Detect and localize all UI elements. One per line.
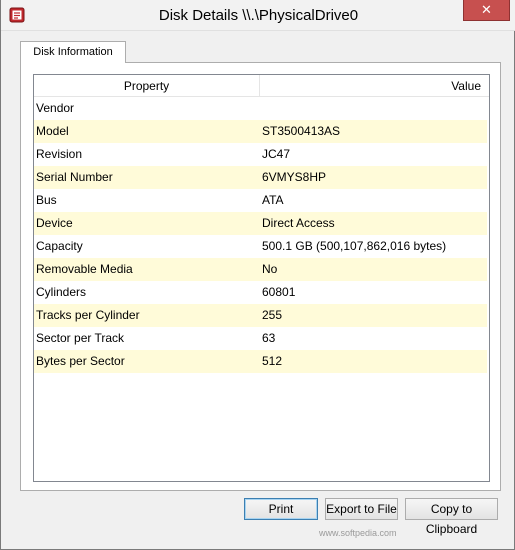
table-row[interactable]: Capacity 500.1 GB (500,107,862,016 bytes): [34, 235, 487, 258]
softpedia-watermark: www.softpedia.com: [319, 528, 397, 538]
disk-details-window: Disk Details \\.\PhysicalDrive0 ✕ Disk I…: [0, 0, 515, 550]
property-cell: Bus: [36, 193, 57, 207]
value-cell: 6VMYS8HP: [262, 170, 327, 184]
property-cell: Sector per Track: [36, 331, 125, 345]
tab-disk-information[interactable]: Disk Information: [20, 41, 126, 63]
property-cell: Vendor: [36, 101, 75, 115]
property-cell: Cylinders: [36, 285, 87, 299]
column-header-property[interactable]: Property: [34, 75, 260, 97]
table-row[interactable]: Model ST3500413AS: [34, 120, 487, 143]
table-row[interactable]: Device Direct Access: [34, 212, 487, 235]
export-to-file-button[interactable]: Export to File: [325, 498, 398, 520]
value-cell: 255: [262, 308, 283, 322]
value-cell: ST3500413AS: [262, 124, 341, 138]
property-cell: Capacity: [36, 239, 83, 253]
property-cell: Removable Media: [36, 262, 133, 276]
value-cell: No: [262, 262, 278, 276]
property-cell: Tracks per Cylinder: [36, 308, 140, 322]
table-row[interactable]: Tracks per Cylinder 255: [34, 304, 487, 327]
value-cell: 60801: [262, 285, 296, 299]
table-row[interactable]: Bus ATA: [34, 189, 487, 212]
table-row[interactable]: Removable Media No: [34, 258, 487, 281]
column-header-value[interactable]: Value: [260, 75, 483, 97]
table-row[interactable]: Bytes per Sector 512: [34, 350, 487, 373]
table-row[interactable]: Serial Number 6VMYS8HP: [34, 166, 487, 189]
disk-properties-list[interactable]: Property Value Vendor Model ST3500413AS R…: [33, 74, 490, 482]
close-icon: ✕: [481, 2, 492, 17]
value-cell: 512: [262, 354, 283, 368]
property-cell: Device: [36, 216, 73, 230]
value-cell: Direct Access: [262, 216, 335, 230]
close-button[interactable]: ✕: [463, 0, 510, 21]
table-row[interactable]: Sector per Track 63: [34, 327, 487, 350]
property-cell: Serial Number: [36, 170, 113, 184]
value-cell: JC47: [262, 147, 291, 161]
table-row[interactable]: Cylinders 60801: [34, 281, 487, 304]
table-row[interactable]: Vendor: [34, 97, 487, 120]
value-cell: ATA: [262, 193, 284, 207]
window-title: Disk Details \\.\PhysicalDrive0: [158, 7, 359, 24]
list-rows: Vendor Model ST3500413AS Revision JC47 Ser…: [34, 97, 489, 373]
property-cell: Bytes per Sector: [36, 354, 125, 368]
tab-label: Disk Information: [33, 46, 113, 58]
list-header: Property Value: [34, 75, 489, 97]
disk-information-panel: Property Value Vendor Model ST3500413AS R…: [20, 62, 501, 491]
property-cell: Model: [36, 124, 69, 138]
value-cell: 63: [262, 331, 276, 345]
value-cell: 500.1 GB (500,107,862,016 bytes): [262, 239, 447, 253]
copy-to-clipboard-button[interactable]: Copy to Clipboard: [405, 498, 498, 536]
table-row[interactable]: Revision JC47: [34, 143, 487, 166]
print-button[interactable]: Print: [244, 498, 318, 520]
title-bar[interactable]: Disk Details \\.\PhysicalDrive0 ✕: [1, 0, 515, 31]
property-cell: Revision: [36, 147, 83, 161]
